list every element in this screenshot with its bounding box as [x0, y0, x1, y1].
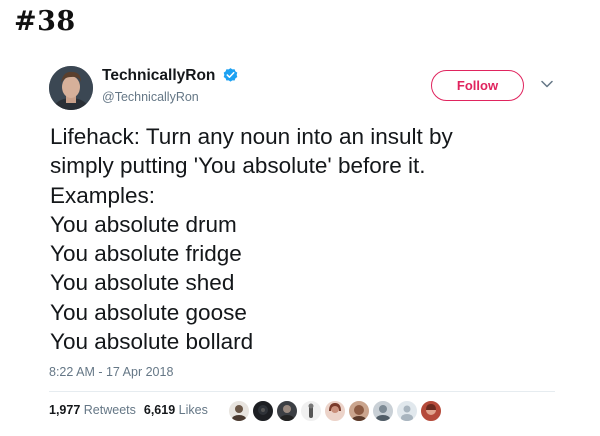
likes-label: Likes	[178, 403, 208, 417]
likes-stat[interactable]: 6,619 Likes	[144, 403, 208, 417]
tweet-text-line: You absolute goose	[50, 299, 247, 325]
liker-avatar[interactable]	[275, 399, 299, 423]
tweet-text-line: Examples:	[50, 182, 156, 208]
follow-button[interactable]: Follow	[431, 70, 524, 101]
retweets-stat[interactable]: 1,977 Retweets	[49, 403, 136, 417]
liker-avatar[interactable]	[299, 399, 323, 423]
tweet-text-line: Lifehack: Turn any noun into an insult b…	[50, 124, 453, 149]
tweet-text-line: You absolute fridge	[50, 241, 242, 267]
tweet-text-line: You absolute drum	[50, 211, 237, 237]
tweet-timestamp[interactable]: 8:22 AM - 17 Apr 2018	[49, 365, 173, 379]
retweets-label: Retweets	[83, 403, 136, 417]
liker-avatar[interactable]	[227, 399, 251, 423]
avatar[interactable]	[49, 66, 93, 110]
user-handle[interactable]: @TechnicallyRon	[102, 90, 199, 104]
liker-avatar[interactable]	[251, 399, 275, 423]
liker-avatar[interactable]	[371, 399, 395, 423]
liker-avatar[interactable]	[419, 399, 443, 423]
liker-avatar[interactable]	[347, 399, 371, 423]
liker-avatar[interactable]	[323, 399, 347, 423]
verified-badge-icon	[223, 68, 238, 82]
tweet-text-line: You absolute bollard	[50, 329, 254, 355]
tweet-text-line: You absolute shed	[50, 270, 235, 296]
divider	[49, 391, 555, 392]
chevron-down-icon[interactable]	[541, 80, 553, 88]
tweet-text: Lifehack: Turn any noun into an insult b…	[50, 122, 570, 356]
display-name[interactable]: TechnicallyRon	[102, 67, 215, 85]
likes-count: 6,619	[143, 403, 176, 417]
avatar-image	[49, 66, 93, 110]
liker-avatar[interactable]	[395, 399, 419, 423]
tweet-card: TechnicallyRon @TechnicallyRon Follow Li…	[0, 0, 600, 436]
tweet-text-line: simply putting 'You absolute' before it.	[50, 153, 426, 179]
retweets-count: 1,977	[49, 403, 81, 417]
engagement-stats: 1,977 Retweets 6,619 Likes	[49, 403, 208, 417]
